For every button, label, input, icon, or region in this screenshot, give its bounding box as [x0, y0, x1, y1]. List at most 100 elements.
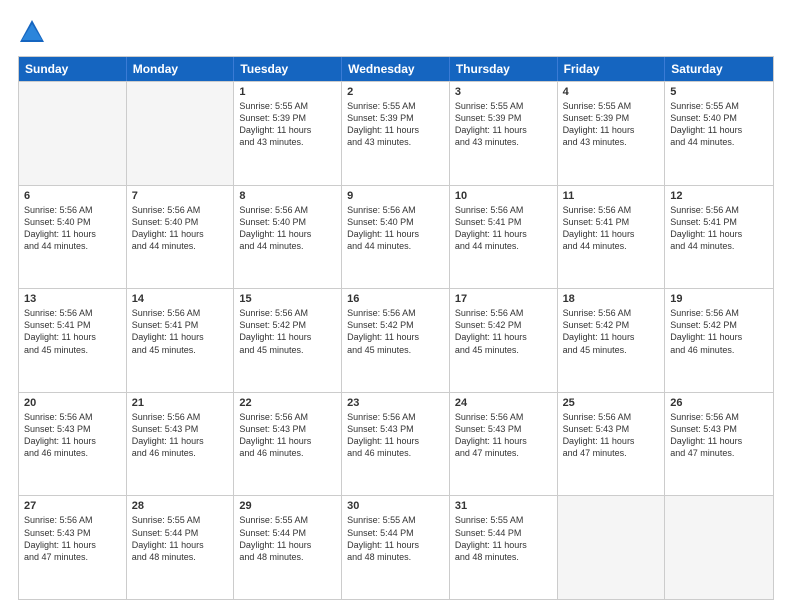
day-number: 25	[563, 397, 660, 409]
day-number: 27	[24, 500, 121, 512]
day-header-tuesday: Tuesday	[234, 57, 342, 81]
header	[18, 18, 774, 46]
cell-info: Sunrise: 5:56 AM Sunset: 5:43 PM Dayligh…	[563, 411, 660, 460]
cal-cell-5-1: 27 Sunrise: 5:56 AM Sunset: 5:43 PM Dayli…	[19, 496, 127, 599]
cell-info: Sunrise: 5:56 AM Sunset: 5:41 PM Dayligh…	[132, 307, 229, 356]
cal-cell-2-7: 12 Sunrise: 5:56 AM Sunset: 5:41 PM Dayli…	[665, 186, 773, 289]
cell-info: Sunrise: 5:56 AM Sunset: 5:42 PM Dayligh…	[670, 307, 768, 356]
day-number: 5	[670, 86, 768, 98]
cal-cell-3-1: 13 Sunrise: 5:56 AM Sunset: 5:41 PM Dayli…	[19, 289, 127, 392]
cal-cell-5-5: 31 Sunrise: 5:55 AM Sunset: 5:44 PM Dayli…	[450, 496, 558, 599]
cell-info: Sunrise: 5:56 AM Sunset: 5:43 PM Dayligh…	[455, 411, 552, 460]
cal-cell-1-1	[19, 82, 127, 185]
cal-cell-4-4: 23 Sunrise: 5:56 AM Sunset: 5:43 PM Dayli…	[342, 393, 450, 496]
day-number: 15	[239, 293, 336, 305]
cal-cell-3-3: 15 Sunrise: 5:56 AM Sunset: 5:42 PM Dayli…	[234, 289, 342, 392]
week-row-4: 20 Sunrise: 5:56 AM Sunset: 5:43 PM Dayli…	[19, 392, 773, 496]
cal-cell-5-3: 29 Sunrise: 5:55 AM Sunset: 5:44 PM Dayli…	[234, 496, 342, 599]
day-header-saturday: Saturday	[665, 57, 773, 81]
cal-cell-1-6: 4 Sunrise: 5:55 AM Sunset: 5:39 PM Daylig…	[558, 82, 666, 185]
day-number: 11	[563, 190, 660, 202]
cal-cell-1-4: 2 Sunrise: 5:55 AM Sunset: 5:39 PM Daylig…	[342, 82, 450, 185]
cal-cell-4-1: 20 Sunrise: 5:56 AM Sunset: 5:43 PM Dayli…	[19, 393, 127, 496]
day-number: 26	[670, 397, 768, 409]
day-number: 28	[132, 500, 229, 512]
cell-info: Sunrise: 5:56 AM Sunset: 5:42 PM Dayligh…	[455, 307, 552, 356]
week-row-5: 27 Sunrise: 5:56 AM Sunset: 5:43 PM Dayli…	[19, 495, 773, 599]
cal-cell-4-2: 21 Sunrise: 5:56 AM Sunset: 5:43 PM Dayli…	[127, 393, 235, 496]
cell-info: Sunrise: 5:56 AM Sunset: 5:43 PM Dayligh…	[24, 411, 121, 460]
day-number: 31	[455, 500, 552, 512]
day-number: 23	[347, 397, 444, 409]
day-number: 20	[24, 397, 121, 409]
cal-cell-3-7: 19 Sunrise: 5:56 AM Sunset: 5:42 PM Dayli…	[665, 289, 773, 392]
day-number: 22	[239, 397, 336, 409]
cell-info: Sunrise: 5:56 AM Sunset: 5:40 PM Dayligh…	[347, 204, 444, 253]
day-number: 6	[24, 190, 121, 202]
cell-info: Sunrise: 5:55 AM Sunset: 5:39 PM Dayligh…	[347, 100, 444, 149]
day-header-friday: Friday	[558, 57, 666, 81]
cell-info: Sunrise: 5:56 AM Sunset: 5:41 PM Dayligh…	[563, 204, 660, 253]
cal-cell-4-7: 26 Sunrise: 5:56 AM Sunset: 5:43 PM Dayli…	[665, 393, 773, 496]
cell-info: Sunrise: 5:56 AM Sunset: 5:41 PM Dayligh…	[455, 204, 552, 253]
cell-info: Sunrise: 5:56 AM Sunset: 5:43 PM Dayligh…	[132, 411, 229, 460]
cal-cell-5-4: 30Sunrise: 5:55 AM Sunset: 5:44 PM Dayli…	[342, 496, 450, 599]
cell-info: Sunrise: 5:56 AM Sunset: 5:43 PM Dayligh…	[239, 411, 336, 460]
logo	[18, 18, 50, 46]
day-number: 29	[239, 500, 336, 512]
day-number: 18	[563, 293, 660, 305]
calendar-header-row: SundayMondayTuesdayWednesdayThursdayFrid…	[19, 57, 773, 81]
day-number: 13	[24, 293, 121, 305]
cell-info: Sunrise: 5:55 AM Sunset: 5:44 PM Dayligh…	[347, 514, 444, 563]
cal-cell-3-6: 18 Sunrise: 5:56 AM Sunset: 5:42 PM Dayli…	[558, 289, 666, 392]
day-header-wednesday: Wednesday	[342, 57, 450, 81]
page: SundayMondayTuesdayWednesdayThursdayFrid…	[0, 0, 792, 612]
cal-cell-4-5: 24Sunrise: 5:56 AM Sunset: 5:43 PM Dayli…	[450, 393, 558, 496]
cal-cell-1-3: 1 Sunrise: 5:55 AM Sunset: 5:39 PM Daylig…	[234, 82, 342, 185]
cal-cell-5-6	[558, 496, 666, 599]
cal-cell-1-7: 5 Sunrise: 5:55 AM Sunset: 5:40 PM Daylig…	[665, 82, 773, 185]
day-number: 21	[132, 397, 229, 409]
calendar: SundayMondayTuesdayWednesdayThursdayFrid…	[18, 56, 774, 600]
cell-info: Sunrise: 5:55 AM Sunset: 5:39 PM Dayligh…	[563, 100, 660, 149]
cal-cell-5-7	[665, 496, 773, 599]
cell-info: Sunrise: 5:56 AM Sunset: 5:41 PM Dayligh…	[24, 307, 121, 356]
cal-cell-1-2	[127, 82, 235, 185]
cell-info: Sunrise: 5:56 AM Sunset: 5:43 PM Dayligh…	[670, 411, 768, 460]
week-row-1: 1 Sunrise: 5:55 AM Sunset: 5:39 PM Daylig…	[19, 81, 773, 185]
day-number: 17	[455, 293, 552, 305]
cell-info: Sunrise: 5:56 AM Sunset: 5:41 PM Dayligh…	[670, 204, 768, 253]
cell-info: Sunrise: 5:56 AM Sunset: 5:40 PM Dayligh…	[132, 204, 229, 253]
day-number: 19	[670, 293, 768, 305]
day-number: 9	[347, 190, 444, 202]
day-number: 12	[670, 190, 768, 202]
day-number: 2	[347, 86, 444, 98]
cell-info: Sunrise: 5:56 AM Sunset: 5:40 PM Dayligh…	[24, 204, 121, 253]
cell-info: Sunrise: 5:56 AM Sunset: 5:43 PM Dayligh…	[24, 514, 121, 563]
cal-cell-2-3: 8Sunrise: 5:56 AM Sunset: 5:40 PM Daylig…	[234, 186, 342, 289]
day-number: 8	[239, 190, 336, 202]
cell-info: Sunrise: 5:55 AM Sunset: 5:39 PM Dayligh…	[239, 100, 336, 149]
cell-info: Sunrise: 5:56 AM Sunset: 5:43 PM Dayligh…	[347, 411, 444, 460]
cell-info: Sunrise: 5:56 AM Sunset: 5:42 PM Dayligh…	[563, 307, 660, 356]
cal-cell-2-2: 7Sunrise: 5:56 AM Sunset: 5:40 PM Daylig…	[127, 186, 235, 289]
cell-info: Sunrise: 5:56 AM Sunset: 5:42 PM Dayligh…	[347, 307, 444, 356]
cell-info: Sunrise: 5:55 AM Sunset: 5:39 PM Dayligh…	[455, 100, 552, 149]
cal-cell-2-6: 11 Sunrise: 5:56 AM Sunset: 5:41 PM Dayli…	[558, 186, 666, 289]
cal-cell-3-4: 16Sunrise: 5:56 AM Sunset: 5:42 PM Dayli…	[342, 289, 450, 392]
cal-cell-2-5: 10 Sunrise: 5:56 AM Sunset: 5:41 PM Dayli…	[450, 186, 558, 289]
cell-info: Sunrise: 5:56 AM Sunset: 5:42 PM Dayligh…	[239, 307, 336, 356]
cell-info: Sunrise: 5:55 AM Sunset: 5:44 PM Dayligh…	[455, 514, 552, 563]
cal-cell-3-2: 14Sunrise: 5:56 AM Sunset: 5:41 PM Dayli…	[127, 289, 235, 392]
cal-cell-2-1: 6 Sunrise: 5:56 AM Sunset: 5:40 PM Daylig…	[19, 186, 127, 289]
day-number: 10	[455, 190, 552, 202]
cell-info: Sunrise: 5:55 AM Sunset: 5:44 PM Dayligh…	[239, 514, 336, 563]
calendar-body: 1 Sunrise: 5:55 AM Sunset: 5:39 PM Daylig…	[19, 81, 773, 599]
cell-info: Sunrise: 5:55 AM Sunset: 5:40 PM Dayligh…	[670, 100, 768, 149]
day-header-sunday: Sunday	[19, 57, 127, 81]
logo-icon	[18, 18, 46, 46]
day-number: 4	[563, 86, 660, 98]
day-number: 1	[239, 86, 336, 98]
cal-cell-4-6: 25 Sunrise: 5:56 AM Sunset: 5:43 PM Dayli…	[558, 393, 666, 496]
cal-cell-1-5: 3Sunrise: 5:55 AM Sunset: 5:39 PM Daylig…	[450, 82, 558, 185]
